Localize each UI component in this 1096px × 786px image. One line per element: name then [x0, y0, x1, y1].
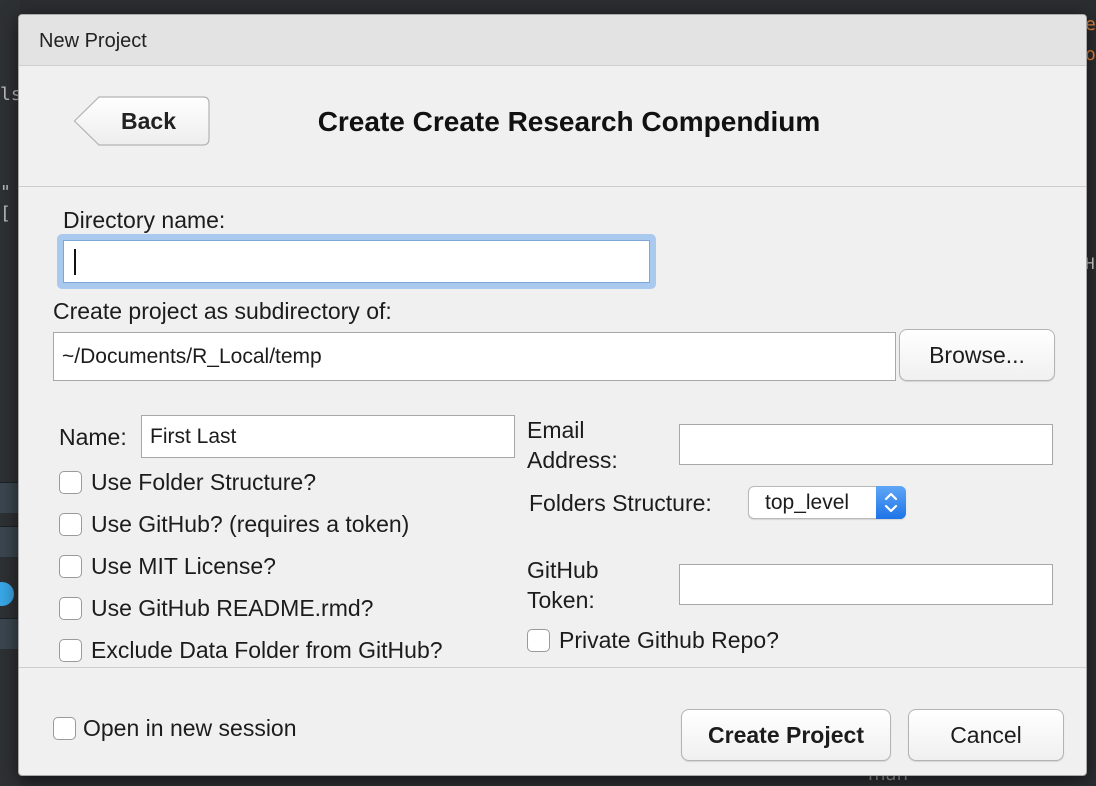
back-button[interactable]: Back	[73, 96, 210, 146]
checkbox-box[interactable]	[59, 597, 82, 620]
dialog-title: New Project	[19, 15, 1086, 66]
name-label: Name:	[59, 424, 127, 450]
create-project-button[interactable]: Create Project	[681, 709, 891, 761]
private-repo-checkbox[interactable]: Private Github Repo?	[527, 627, 779, 654]
use-github-checkbox[interactable]: Use GitHub? (requires a token)	[59, 511, 409, 538]
checkbox-label: Open in new session	[83, 715, 297, 741]
checkbox-label: Use MIT License?	[91, 553, 276, 579]
page-title: Create Create Research Compendium	[317, 106, 821, 137]
updown-arrows-icon	[884, 492, 898, 513]
cancel-button[interactable]: Cancel	[908, 709, 1064, 761]
exclude-data-folder-checkbox[interactable]: Exclude Data Folder from GitHub?	[59, 637, 443, 664]
text-caret	[74, 248, 76, 275]
checkbox-label: Exclude Data Folder from GitHub?	[91, 637, 443, 663]
checkbox-box[interactable]	[59, 471, 82, 494]
subdirectory-input[interactable]: ~/Documents/R_Local/temp	[53, 332, 896, 381]
checkbox-label: Private Github Repo?	[559, 627, 779, 653]
email-address-input[interactable]	[679, 424, 1053, 465]
checkbox-box[interactable]	[59, 639, 82, 662]
checkbox-box[interactable]	[59, 513, 82, 536]
new-project-dialog: New Project Back Create Create Research …	[18, 14, 1087, 776]
select-arrows	[876, 486, 906, 519]
checkbox-box[interactable]	[53, 717, 76, 740]
footer-divider	[19, 667, 1086, 668]
email-label: Address:	[527, 447, 618, 473]
background-code-fragment: "[	[0, 182, 11, 224]
use-mit-license-checkbox[interactable]: Use MIT License?	[59, 553, 276, 580]
folders-structure-select[interactable]: top_level	[748, 486, 906, 519]
checkbox-label: Use GitHub? (requires a token)	[91, 511, 410, 537]
gear-icon	[0, 582, 14, 606]
subdirectory-label: Create project as subdirectory of:	[53, 298, 392, 324]
checkbox-box[interactable]	[59, 555, 82, 578]
directory-name-label: Directory name:	[63, 207, 226, 233]
use-github-readme-checkbox[interactable]: Use GitHub README.rmd?	[59, 595, 373, 622]
github-token-label: Token:	[527, 587, 595, 613]
folders-structure-label: Folders Structure:	[529, 490, 712, 516]
checkbox-box[interactable]	[527, 629, 550, 652]
background-panel-strip	[0, 526, 20, 557]
github-token-label: GitHub	[527, 557, 599, 583]
email-label: Email	[527, 417, 585, 443]
name-input[interactable]: First Last	[141, 415, 515, 458]
checkbox-label: Use GitHub README.rmd?	[91, 595, 374, 621]
subdirectory-value: ~/Documents/R_Local/temp	[62, 344, 322, 368]
folders-structure-value: top_level	[765, 491, 850, 514]
use-folder-structure-checkbox[interactable]: Use Folder Structure?	[59, 469, 316, 496]
checkbox-label: Use Folder Structure?	[91, 469, 316, 495]
directory-name-input[interactable]	[63, 240, 650, 283]
name-value: First Last	[150, 424, 237, 448]
background-editor-left: ls "[	[0, 0, 22, 786]
back-button-label: Back	[121, 108, 176, 134]
browse-button[interactable]: Browse...	[899, 329, 1055, 381]
background-panel-strip	[0, 618, 20, 649]
github-token-input[interactable]	[679, 564, 1053, 605]
background-panel-strip	[0, 482, 20, 513]
header-divider	[19, 186, 1086, 187]
open-new-session-checkbox[interactable]: Open in new session	[53, 715, 297, 742]
